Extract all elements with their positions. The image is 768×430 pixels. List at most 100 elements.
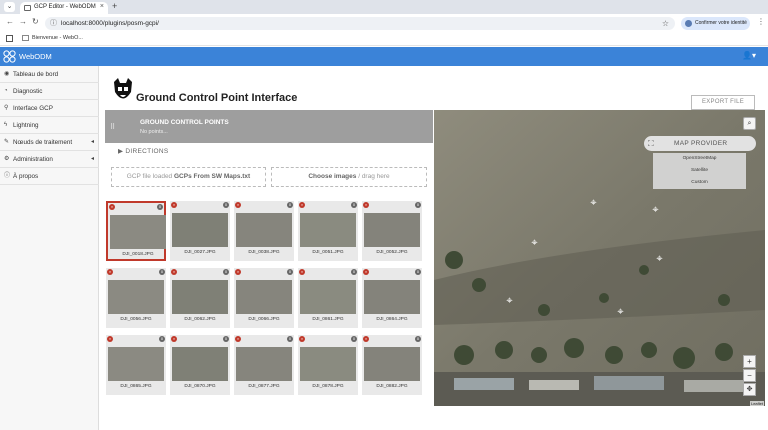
remove-image-icon[interactable]: × [235,336,241,342]
image-thumbnail[interactable]: × 0 DJI_0051.JPG [298,201,358,261]
browser-tab[interactable]: GCP Editor - WebODM × [20,2,108,14]
tab-search-chevron-icon[interactable]: ⌄ [4,2,15,12]
image-preview[interactable] [300,280,356,314]
address-bar[interactable]: ⓘ localhost:8000/plugins/posm-gcpi/ ☆ [45,17,675,30]
image-dropzone[interactable]: Choose images / drag here [271,167,427,187]
provider-option-osm[interactable]: OpenStreetMap [653,153,746,165]
image-preview[interactable] [236,213,292,247]
remove-image-icon[interactable]: × [299,202,305,208]
sidebar-item-dashboard[interactable]: ◉ Tableau de bord [0,66,99,83]
remove-image-icon[interactable]: × [107,336,113,342]
gcp-file-dropzone[interactable]: GCP file loaded GCPs From SW Maps.txt [111,167,266,187]
remove-image-icon[interactable]: × [171,269,177,275]
image-thumbnail[interactable]: × 0 DJI_0870.JPG [170,335,230,395]
identity-button[interactable]: Confirmer votre identité [681,17,750,30]
image-filename: DJI_0062.JPG [184,317,216,322]
bookmark-star-icon[interactable]: ☆ [662,17,669,30]
sidebar-item-gcp[interactable]: ⚲ Interface GCP [0,100,99,117]
image-thumbnail[interactable]: × 0 DJI_0882.JPG [362,335,422,395]
remove-image-icon[interactable]: × [363,269,369,275]
image-preview[interactable] [300,347,356,381]
image-preview[interactable] [236,280,292,314]
tab-title: GCP Editor - WebODM [34,4,96,10]
apps-grid-icon[interactable] [6,35,13,42]
image-thumbnail[interactable]: × 0 DJI_0056.JPG [106,268,166,328]
image-thumbnail[interactable]: × 0 DJI_0864.JPG [362,268,422,328]
gcp-marker-icon[interactable]: ⌖ [588,198,599,209]
remove-image-icon[interactable]: × [363,202,369,208]
remove-image-icon[interactable]: × [363,336,369,342]
sidebar-item-processing-nodes[interactable]: ✎ Nœuds de traitement ◂ [0,134,99,151]
image-filename: DJI_0877.JPG [248,384,280,389]
reload-icon[interactable]: ↻ [32,17,39,26]
image-thumbnail[interactable]: × 0 DJI_0878.JPG [298,335,358,395]
image-preview[interactable] [364,213,420,247]
gcp-marker-icon[interactable]: ⌖ [650,205,661,216]
zoom-in-button[interactable]: + [743,355,756,368]
remove-image-icon[interactable]: × [235,269,241,275]
image-preview[interactable] [108,280,164,314]
map-search-button[interactable]: ⌕ [743,117,756,130]
forward-arrow-icon[interactable]: → [19,17,27,26]
image-preview[interactable] [172,280,228,314]
back-arrow-icon[interactable]: ← [6,17,14,26]
remove-image-icon[interactable]: × [107,269,113,275]
image-preview[interactable] [172,213,228,247]
user-menu-icon[interactable]: 👤▾ [742,51,756,60]
image-thumbnail[interactable]: × 0 DJI_0066.JPG [234,268,294,328]
gcp-panel-header[interactable]: ⠿ GROUND CONTROL POINTS No points... [105,110,433,143]
image-thumbnail[interactable]: × 0 DJI_0052.JPG [362,201,422,261]
image-thumbnail[interactable]: × 0 DJI_0038.JPG [234,201,294,261]
sidebar-item-about[interactable]: ⓘ À propos [0,168,99,185]
dashboard-icon: ◉ [4,71,10,77]
map-provider-button[interactable]: ⛶ MAP PROVIDER [644,136,756,151]
image-preview[interactable] [172,347,228,381]
remove-image-icon[interactable]: × [235,202,241,208]
image-preview[interactable] [300,213,356,247]
sidebar-item-label: Diagnostic [13,88,43,95]
grid-menu-icon[interactable]: ⠿ [110,123,117,131]
bookmark-webodm[interactable]: Bienvenue - WebO... [22,35,83,41]
map-attribution[interactable]: Leaflet [749,401,764,406]
export-file-button[interactable]: EXPORT FILE [691,95,755,110]
image-thumbnail[interactable]: × 0 DJI_0018.JPG [106,201,166,261]
tab-close-icon[interactable]: × [100,3,104,10]
gcp-marker-icon[interactable]: ⌖ [615,307,626,318]
wrench-icon: ✎ [4,139,10,145]
image-preview[interactable] [364,347,420,381]
gcp-marker-icon[interactable]: ⌖ [529,238,540,249]
gcp-marker-icon[interactable]: ⌖ [654,254,665,265]
remove-image-icon[interactable]: × [171,336,177,342]
gcp-marker-icon[interactable]: ⌖ [504,296,515,307]
directions-toggle[interactable]: ▶ DIRECTIONS [118,147,169,155]
provider-option-satellite[interactable]: Satellite [653,165,746,177]
browser-menu-icon[interactable]: ⋮ [757,17,765,26]
image-thumbnail[interactable]: × 0 DJI_0027.JPG [170,201,230,261]
image-thumbnail[interactable]: × 0 DJI_0865.JPG [106,335,166,395]
remove-image-icon[interactable]: × [171,202,177,208]
gears-icon: ⚙ [4,156,10,162]
remove-image-icon[interactable]: × [109,204,115,210]
sidebar-item-lightning[interactable]: ϟ Lightning [0,117,99,134]
brand-name[interactable]: WebODM [19,51,52,62]
sidebar-item-diagnostic[interactable]: ◔ Diagnostic [0,83,99,100]
image-thumbnail[interactable]: × 0 DJI_0062.JPG [170,268,230,328]
image-thumbnail[interactable]: × 0 DJI_0877.JPG [234,335,294,395]
remove-image-icon[interactable]: × [299,336,305,342]
new-tab-plus-icon[interactable]: + [112,1,117,11]
webodm-logo-icon[interactable] [3,50,16,63]
map-view[interactable]: ⌖ ⌖ ⌖ ⌖ ⌖ ⌖ ⌕ ⛶ MAP PROVIDER OpenStreetM… [434,110,765,406]
sidebar-item-administration[interactable]: ⚙ Administration ◂ [0,151,99,168]
point-count-badge: 0 [287,269,293,275]
image-preview[interactable] [110,215,166,249]
provider-option-custom[interactable]: Custom [653,177,746,189]
compass-reset-icon[interactable]: ✥ [743,383,756,396]
image-thumbnail[interactable]: × 0 DJI_0861.JPG [298,268,358,328]
image-preview[interactable] [108,347,164,381]
remove-image-icon[interactable]: × [299,269,305,275]
image-preview[interactable] [236,347,292,381]
sidebar: ◉ Tableau de bord ◔ Diagnostic ⚲ Interfa… [0,66,99,430]
site-info-icon[interactable]: ⓘ [50,17,57,30]
zoom-out-button[interactable]: − [743,369,756,382]
image-preview[interactable] [364,280,420,314]
